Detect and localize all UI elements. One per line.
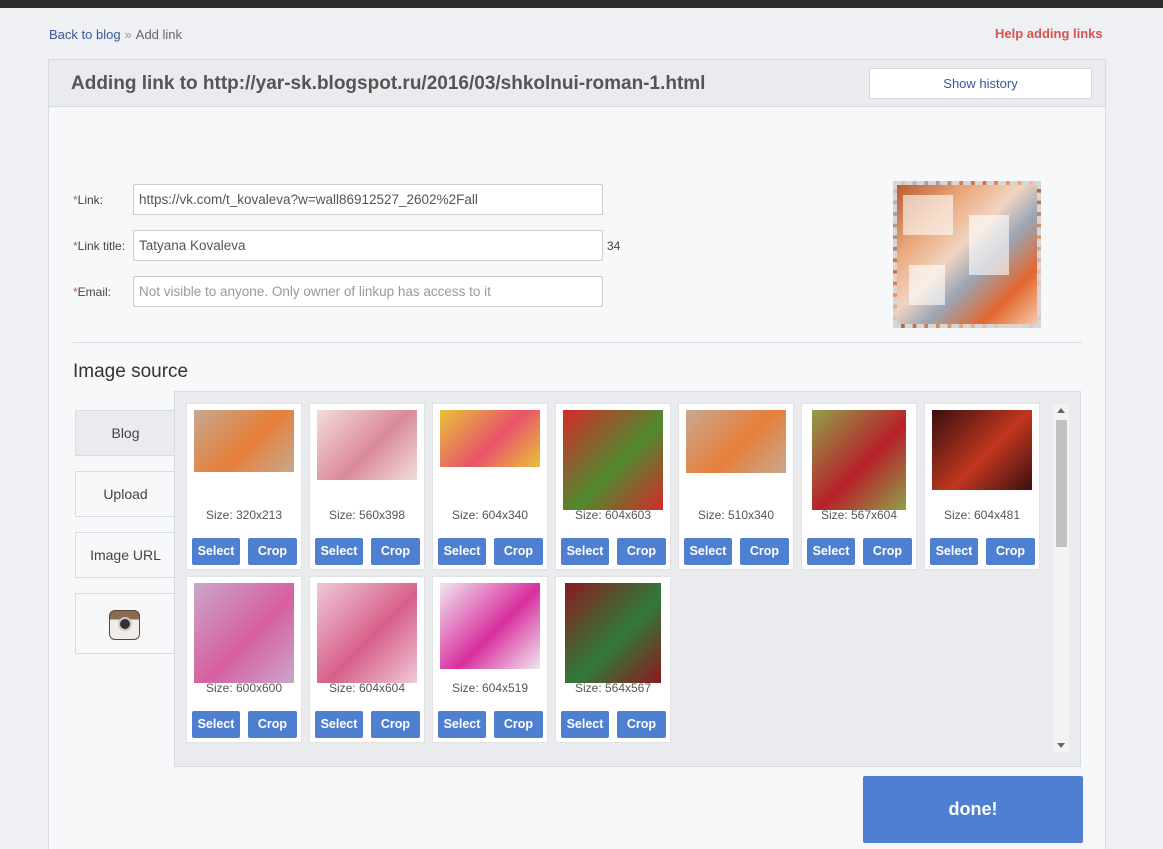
image-card[interactable]: Size: 604x340 Select Crop — [432, 403, 548, 570]
image-thumbnail[interactable] — [194, 410, 294, 472]
select-button[interactable]: Select — [438, 711, 486, 738]
link-title-input[interactable] — [133, 230, 603, 261]
scrollbar-thumb[interactable] — [1056, 420, 1067, 547]
instagram-icon — [109, 610, 140, 640]
email-label-text: Email: — [77, 285, 112, 299]
link-label: *Link: — [73, 193, 103, 207]
image-card[interactable]: Size: 320x213 Select Crop — [186, 403, 302, 570]
image-card[interactable]: Size: 567x604 Select Crop — [801, 403, 917, 570]
email-label: *Email: — [73, 285, 111, 299]
image-thumbnail[interactable] — [440, 410, 540, 467]
select-button[interactable]: Select — [561, 538, 609, 565]
tab-blog[interactable]: Blog — [75, 410, 175, 456]
select-button[interactable]: Select — [315, 711, 363, 738]
gallery-scrollbar[interactable] — [1053, 404, 1069, 752]
scroll-down-arrow-icon[interactable] — [1057, 743, 1065, 748]
image-card[interactable]: Size: 560x398 Select Crop — [309, 403, 425, 570]
image-size-label: Size: 564x567 — [574, 681, 652, 695]
preview-photo-block — [969, 215, 1009, 275]
select-button[interactable]: Select — [192, 711, 240, 738]
select-button[interactable]: Select — [807, 538, 855, 565]
breadcrumb-current: Add link — [135, 27, 183, 42]
image-thumbnail[interactable] — [440, 583, 540, 669]
crop-button[interactable]: Crop — [617, 538, 666, 565]
image-size-label: Size: 604x519 — [451, 681, 529, 695]
panel-header: Adding link to http://yar-sk.blogspot.ru… — [49, 60, 1105, 107]
page-title: Adding link to http://yar-sk.blogspot.ru… — [71, 73, 706, 94]
select-button[interactable]: Select — [192, 538, 240, 565]
top-bar — [0, 0, 1163, 8]
image-size-label: Size: 604x340 — [451, 508, 529, 522]
image-size-label: Size: 604x603 — [574, 508, 652, 522]
link-title-label: *Link title: — [73, 239, 125, 253]
help-adding-links-link[interactable]: Help adding links — [995, 26, 1103, 41]
breadcrumb: Back to blog» Add link — [49, 27, 182, 42]
image-thumbnail[interactable] — [317, 410, 417, 480]
crop-button[interactable]: Crop — [248, 538, 297, 565]
done-button[interactable]: done! — [863, 776, 1083, 843]
image-size-label: Size: 560x398 — [328, 508, 406, 522]
select-button[interactable]: Select — [561, 711, 609, 738]
image-card[interactable]: Size: 564x567 Select Crop — [555, 576, 671, 743]
select-button[interactable]: Select — [315, 538, 363, 565]
preview-photo-block — [903, 195, 953, 235]
selected-image-preview — [893, 181, 1041, 328]
image-thumbnail[interactable] — [812, 410, 906, 510]
image-card[interactable]: Size: 604x603 Select Crop — [555, 403, 671, 570]
image-thumbnail[interactable] — [317, 583, 417, 683]
crop-button[interactable]: Crop — [494, 538, 543, 565]
title-char-count: 34 — [607, 239, 621, 253]
email-input[interactable] — [133, 276, 603, 307]
image-thumbnail[interactable] — [563, 410, 663, 510]
image-card[interactable]: Size: 600x600 Select Crop — [186, 576, 302, 743]
image-gallery[interactable]: Size: 320x213 Select Crop Size: 560x398 Sele… — [174, 391, 1081, 767]
image-size-label: Size: 600x600 — [205, 681, 283, 695]
divider — [73, 342, 1082, 343]
tab-image-url[interactable]: Image URL — [75, 532, 175, 578]
crop-button[interactable]: Crop — [371, 538, 420, 565]
image-size-label: Size: 604x604 — [328, 681, 406, 695]
select-button[interactable]: Select — [684, 538, 732, 565]
image-source-title: Image source — [73, 361, 189, 382]
crop-button[interactable]: Crop — [494, 711, 543, 738]
select-button[interactable]: Select — [930, 538, 978, 565]
image-thumbnail[interactable] — [565, 583, 661, 683]
image-size-label: Size: 604x481 — [943, 508, 1021, 522]
image-card[interactable]: Size: 510x340 Select Crop — [678, 403, 794, 570]
select-button[interactable]: Select — [438, 538, 486, 565]
crop-button[interactable]: Crop — [863, 538, 912, 565]
image-card[interactable]: Size: 604x481 Select Crop — [924, 403, 1040, 570]
add-link-panel: Adding link to http://yar-sk.blogspot.ru… — [48, 59, 1106, 849]
show-history-button[interactable]: Show history — [869, 68, 1092, 99]
link-label-text: Link: — [77, 193, 104, 207]
image-size-label: Size: 567x604 — [820, 508, 898, 522]
image-thumbnail[interactable] — [932, 410, 1032, 490]
crop-button[interactable]: Crop — [371, 711, 420, 738]
image-thumbnail[interactable] — [686, 410, 786, 473]
link-title-label-text: Link title: — [77, 239, 126, 253]
image-size-label: Size: 320x213 — [205, 508, 283, 522]
crop-button[interactable]: Crop — [617, 711, 666, 738]
back-to-blog-link[interactable]: Back to blog — [49, 27, 121, 42]
tab-upload[interactable]: Upload — [75, 471, 175, 517]
crop-button[interactable]: Crop — [986, 538, 1035, 565]
scroll-up-arrow-icon[interactable] — [1057, 408, 1065, 413]
link-input[interactable] — [133, 184, 603, 215]
image-card[interactable]: Size: 604x519 Select Crop — [432, 576, 548, 743]
crop-button[interactable]: Crop — [740, 538, 789, 565]
crop-button[interactable]: Crop — [248, 711, 297, 738]
image-thumbnail[interactable] — [194, 583, 294, 683]
image-size-label: Size: 510x340 — [697, 508, 775, 522]
tab-instagram[interactable] — [75, 593, 175, 654]
preview-photo-block — [909, 265, 945, 305]
breadcrumb-separator: » — [124, 27, 132, 42]
instagram-lens — [118, 617, 132, 631]
image-card[interactable]: Size: 604x604 Select Crop — [309, 576, 425, 743]
